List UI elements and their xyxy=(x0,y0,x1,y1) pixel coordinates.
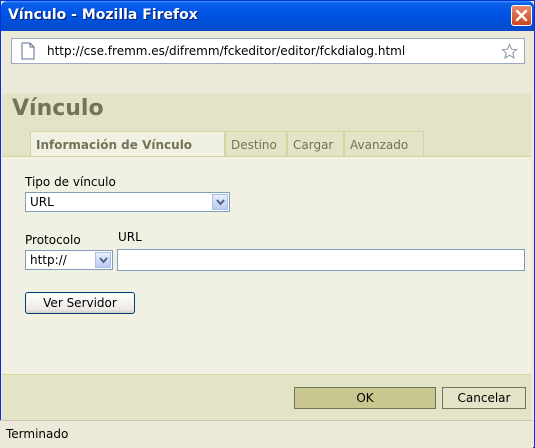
tab-upload[interactable]: Cargar xyxy=(287,131,344,156)
url-field[interactable]: http://cse.fremm.es/difremm/fckeditor/ed… xyxy=(11,38,525,64)
url-label: URL xyxy=(118,230,142,244)
url-input[interactable] xyxy=(117,249,525,271)
tab-divider xyxy=(2,156,531,157)
cancel-button[interactable]: Cancelar xyxy=(442,387,526,409)
tab-target[interactable]: Destino xyxy=(225,131,287,156)
link-type-value: URL xyxy=(30,195,54,209)
tab-link-info[interactable]: Información de Vínculo xyxy=(30,131,225,157)
ok-button[interactable]: OK xyxy=(294,387,436,409)
link-type-select[interactable]: URL xyxy=(25,192,230,212)
protocol-value: http:// xyxy=(30,253,67,267)
dialog-title: Vínculo xyxy=(12,96,104,121)
chevron-down-icon xyxy=(99,257,108,264)
close-button[interactable] xyxy=(511,5,532,26)
star-icon[interactable] xyxy=(501,43,518,60)
browse-server-button[interactable]: Ver Servidor xyxy=(25,292,135,314)
title-bar[interactable]: Vínculo - Mozilla Firefox xyxy=(1,1,534,31)
window-title: Vínculo - Mozilla Firefox xyxy=(8,7,198,23)
status-text: Terminado xyxy=(6,427,69,441)
location-bar: http://cse.fremm.es/difremm/fckeditor/ed… xyxy=(1,31,534,73)
link-type-dropdown-button[interactable] xyxy=(212,194,228,210)
status-bar: Terminado xyxy=(0,420,533,448)
protocol-select[interactable]: http:// xyxy=(25,250,113,270)
url-text: http://cse.fremm.es/difremm/fckeditor/ed… xyxy=(47,44,406,58)
chevron-down-icon xyxy=(216,199,225,206)
close-icon xyxy=(515,9,528,22)
page-icon xyxy=(21,42,35,60)
protocol-dropdown-button[interactable] xyxy=(95,252,111,268)
protocol-label: Protocolo xyxy=(25,233,81,247)
link-type-label: Tipo de vínculo xyxy=(25,175,116,189)
tab-advanced[interactable]: Avanzado xyxy=(344,131,424,156)
